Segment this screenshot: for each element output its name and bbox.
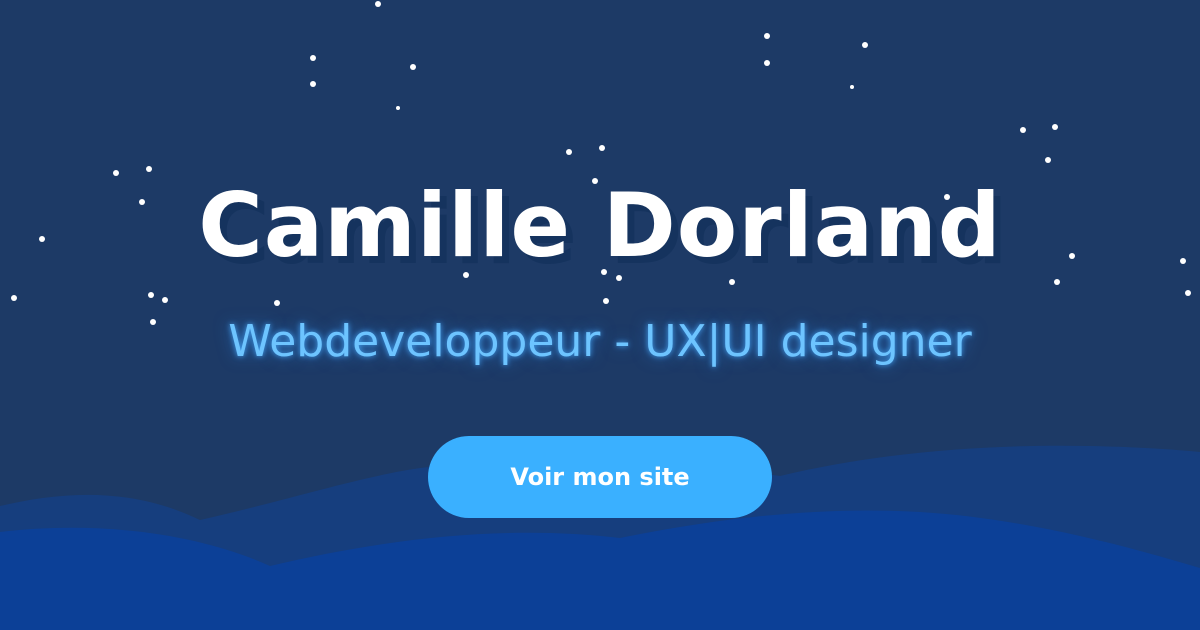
job-subtitle: Webdeveloppeur - UX|UI designer xyxy=(228,316,972,367)
page-title: Camille Dorland xyxy=(198,174,1002,277)
view-site-button-label: Voir mon site xyxy=(510,463,690,491)
social-banner: Camille Dorland Webdeveloppeur - UX|UI d… xyxy=(0,0,1200,630)
view-site-button[interactable]: Voir mon site xyxy=(428,436,772,518)
